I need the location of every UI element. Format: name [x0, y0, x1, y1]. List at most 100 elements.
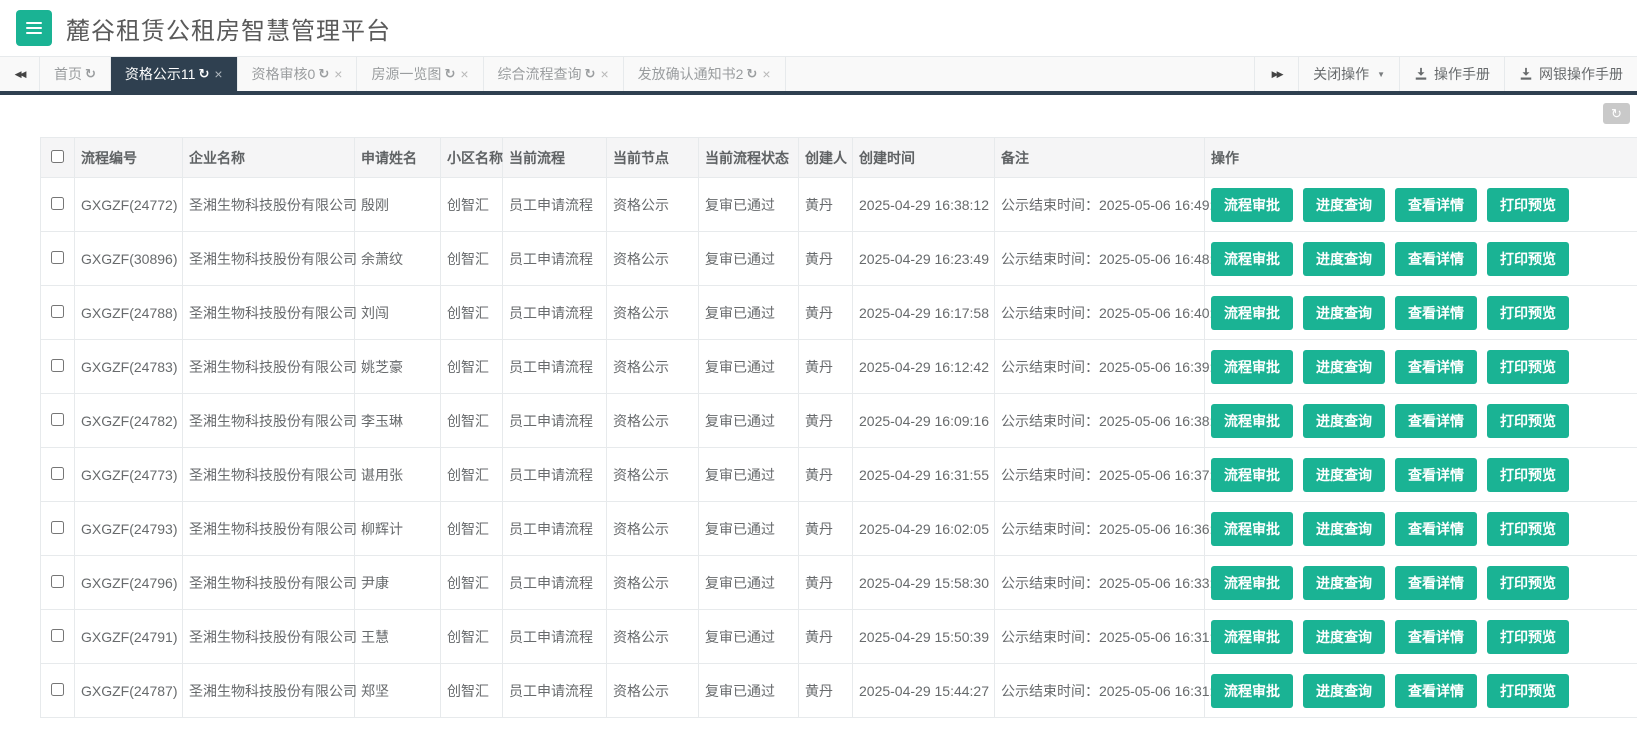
print-preview-button[interactable]: 打印预览 [1487, 458, 1569, 492]
tab-close-icon[interactable]: × [460, 66, 468, 82]
cell-actions: 流程审批进度查询查看详情打印预览 [1205, 448, 1637, 502]
flow-approval-button[interactable]: 流程审批 [1211, 242, 1293, 276]
tabbar-spacer [786, 57, 1255, 91]
row-checkbox[interactable] [51, 197, 64, 210]
tab-refresh-icon[interactable]: ↻ [198, 66, 209, 82]
grid-toolbar: ↻ [40, 95, 1637, 137]
print-preview-button[interactable]: 打印预览 [1487, 566, 1569, 600]
cell-flow-status: 复审已通过 [699, 340, 799, 394]
view-details-button[interactable]: 查看详情 [1395, 404, 1477, 438]
print-preview-button[interactable]: 打印预览 [1487, 296, 1569, 330]
progress-query-button[interactable]: 进度查询 [1303, 458, 1385, 492]
tab-refresh-icon[interactable]: ↻ [746, 66, 757, 82]
flow-approval-button[interactable]: 流程审批 [1211, 620, 1293, 654]
flow-approval-button[interactable]: 流程审批 [1211, 404, 1293, 438]
scroll-tabs-right-button[interactable]: ▶▶ [1254, 57, 1298, 91]
refresh-grid-button[interactable]: ↻ [1603, 103, 1630, 124]
row-checkbox[interactable] [51, 629, 64, 642]
view-details-button[interactable]: 查看详情 [1395, 674, 1477, 708]
cell-current-node: 资格公示 [607, 556, 699, 610]
cell-applicant: 李玉琳 [355, 394, 441, 448]
view-details-button[interactable]: 查看详情 [1395, 566, 1477, 600]
view-details-button[interactable]: 查看详情 [1395, 188, 1477, 222]
col-community: 小区名称 [441, 138, 503, 178]
flow-approval-button[interactable]: 流程审批 [1211, 188, 1293, 222]
close-operations-dropdown[interactable]: 关闭操作 ▼ [1298, 57, 1399, 91]
menu-toggle-button[interactable] [16, 10, 52, 46]
row-checkbox[interactable] [51, 683, 64, 696]
tab-1[interactable]: 资格公示11 ↻ × [111, 57, 238, 91]
tab-refresh-icon[interactable]: ↻ [85, 66, 96, 82]
tab-2[interactable]: 资格审核0 ↻ × [238, 57, 358, 91]
cell-company: 圣湘生物科技股份有限公司 [183, 448, 355, 502]
flow-approval-button[interactable]: 流程审批 [1211, 350, 1293, 384]
select-all-checkbox[interactable] [51, 150, 64, 163]
view-details-button[interactable]: 查看详情 [1395, 350, 1477, 384]
progress-query-button[interactable]: 进度查询 [1303, 512, 1385, 546]
progress-query-button[interactable]: 进度查询 [1303, 350, 1385, 384]
row-checkbox[interactable] [51, 467, 64, 480]
tab-refresh-icon[interactable]: ↻ [444, 66, 455, 82]
row-checkbox[interactable] [51, 359, 64, 372]
cell-flow-status: 复审已通过 [699, 448, 799, 502]
col-current-flow: 当前流程 [503, 138, 607, 178]
progress-query-button[interactable]: 进度查询 [1303, 674, 1385, 708]
cell-current-node: 资格公示 [607, 286, 699, 340]
row-checkbox[interactable] [51, 521, 64, 534]
cell-company: 圣湘生物科技股份有限公司 [183, 610, 355, 664]
tab-refresh-icon[interactable]: ↻ [318, 66, 329, 82]
row-checkbox[interactable] [51, 413, 64, 426]
operation-manual-button[interactable]: 操作手册 [1399, 57, 1504, 91]
top-header: 麓谷租赁公租房智慧管理平台 [0, 0, 1637, 56]
tab-5[interactable]: 发放确认通知书2 ↻ × [624, 57, 786, 91]
row-checkbox[interactable] [51, 575, 64, 588]
tab-label: 首页 [54, 64, 82, 84]
tab-close-icon[interactable]: × [600, 66, 608, 82]
cell-actions: 流程审批进度查询查看详情打印预览 [1205, 502, 1637, 556]
bank-operation-manual-button[interactable]: 网银操作手册 [1504, 57, 1637, 91]
tab-refresh-icon[interactable]: ↻ [585, 66, 596, 82]
scroll-tabs-left-button[interactable]: ◀◀ [0, 57, 40, 91]
view-details-button[interactable]: 查看详情 [1395, 242, 1477, 276]
print-preview-button[interactable]: 打印预览 [1487, 512, 1569, 546]
col-creator: 创建人 [799, 138, 853, 178]
progress-query-button[interactable]: 进度查询 [1303, 620, 1385, 654]
view-details-button[interactable]: 查看详情 [1395, 512, 1477, 546]
progress-query-button[interactable]: 进度查询 [1303, 188, 1385, 222]
cell-current-flow: 员工申请流程 [503, 178, 607, 232]
cell-company: 圣湘生物科技股份有限公司 [183, 232, 355, 286]
tab-close-icon[interactable]: × [334, 66, 342, 82]
tab-close-icon[interactable]: × [762, 66, 770, 82]
print-preview-button[interactable]: 打印预览 [1487, 350, 1569, 384]
refresh-icon: ↻ [1611, 107, 1622, 120]
flow-approval-button[interactable]: 流程审批 [1211, 296, 1293, 330]
tab-3[interactable]: 房源一览图 ↻ × [357, 57, 483, 91]
print-preview-button[interactable]: 打印预览 [1487, 188, 1569, 222]
flow-approval-button[interactable]: 流程审批 [1211, 674, 1293, 708]
flow-approval-button[interactable]: 流程审批 [1211, 566, 1293, 600]
progress-query-button[interactable]: 进度查询 [1303, 296, 1385, 330]
tab-close-icon[interactable]: × [214, 66, 222, 82]
progress-query-button[interactable]: 进度查询 [1303, 242, 1385, 276]
cell-process-id: GXGZF(24793) [75, 502, 183, 556]
progress-query-button[interactable]: 进度查询 [1303, 404, 1385, 438]
print-preview-button[interactable]: 打印预览 [1487, 242, 1569, 276]
bank-operation-manual-label: 网银操作手册 [1539, 64, 1623, 84]
view-details-button[interactable]: 查看详情 [1395, 620, 1477, 654]
view-details-button[interactable]: 查看详情 [1395, 296, 1477, 330]
table-row: GXGZF(24796) 圣湘生物科技股份有限公司 尹康 创智汇 员工申请流程 … [41, 556, 1637, 610]
progress-query-button[interactable]: 进度查询 [1303, 566, 1385, 600]
operation-manual-label: 操作手册 [1434, 64, 1490, 84]
row-checkbox[interactable] [51, 251, 64, 264]
tab-4[interactable]: 综合流程查询 ↻ × [484, 57, 624, 91]
print-preview-button[interactable]: 打印预览 [1487, 674, 1569, 708]
tab-home[interactable]: 首页 ↻ [40, 57, 111, 91]
flow-approval-button[interactable]: 流程审批 [1211, 458, 1293, 492]
cell-community: 创智汇 [441, 340, 503, 394]
view-details-button[interactable]: 查看详情 [1395, 458, 1477, 492]
print-preview-button[interactable]: 打印预览 [1487, 404, 1569, 438]
cell-flow-status: 复审已通过 [699, 232, 799, 286]
row-checkbox[interactable] [51, 305, 64, 318]
print-preview-button[interactable]: 打印预览 [1487, 620, 1569, 654]
flow-approval-button[interactable]: 流程审批 [1211, 512, 1293, 546]
